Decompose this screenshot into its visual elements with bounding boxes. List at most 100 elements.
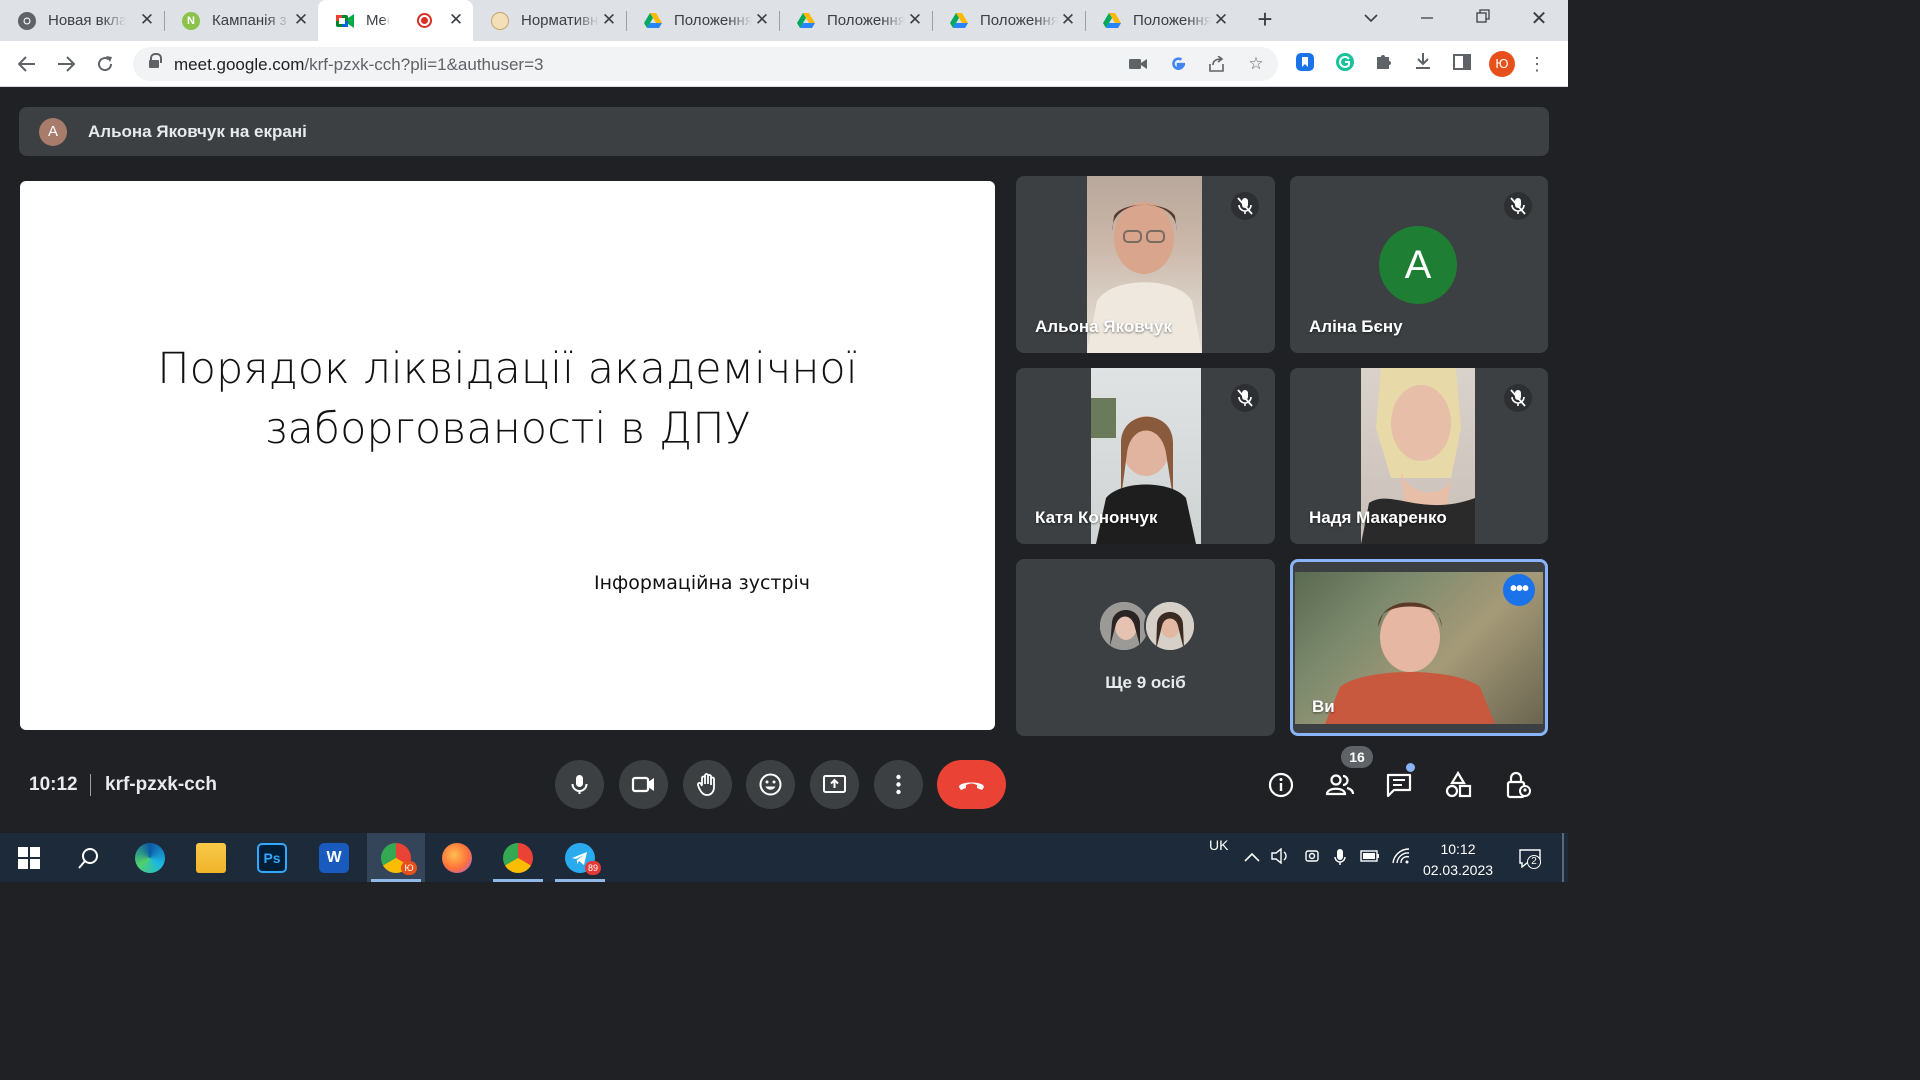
google-drive-icon: [1103, 12, 1121, 30]
participant-tile[interactable]: Катя Конончук: [1016, 368, 1275, 544]
bookmark-star-icon[interactable]: ☆: [1245, 53, 1267, 75]
tab-polozhennia-4[interactable]: Положення ✕: [1085, 0, 1238, 41]
tab-new-tab[interactable]: Новая вкладка ✕: [0, 0, 164, 41]
side-panel-icon[interactable]: [1450, 52, 1474, 76]
meeting-details-button[interactable]: [1266, 770, 1296, 800]
search-icon: [78, 848, 98, 869]
taskbar-photoshop[interactable]: Ps: [243, 833, 301, 882]
others-tile[interactable]: Ще 9 осіб: [1016, 559, 1275, 736]
taskbar-edge[interactable]: [121, 833, 179, 882]
people-button[interactable]: [1325, 770, 1355, 800]
minimize-button[interactable]: [1404, 4, 1450, 34]
more-options-button[interactable]: •••: [1503, 574, 1535, 606]
taskbar-chrome-active[interactable]: Ю: [367, 833, 425, 882]
taskbar-telegram[interactable]: 89: [551, 833, 609, 882]
google-translate-icon[interactable]: [1167, 53, 1189, 75]
slide-subtitle: Інформаційна зустріч: [594, 572, 811, 594]
meeting-code: krf-pzxk-cch: [105, 774, 217, 795]
close-tab-icon[interactable]: ✕: [1059, 11, 1077, 29]
system-clock[interactable]: 10:12 02.03.2023: [1422, 839, 1494, 888]
present-screen-button[interactable]: [810, 760, 859, 809]
taskbar-chrome-profile[interactable]: [489, 833, 547, 882]
shapes-icon: [1445, 770, 1472, 798]
restore-button[interactable]: [1460, 4, 1506, 34]
share-icon[interactable]: [1206, 53, 1228, 75]
battery-icon[interactable]: [1360, 848, 1380, 868]
hand-icon: [697, 773, 715, 796]
url-host: meet.google.com: [174, 55, 305, 74]
camera-in-use-icon[interactable]: [1127, 53, 1149, 75]
taskbar-file-explorer[interactable]: [182, 833, 240, 882]
close-tab-icon[interactable]: ✕: [292, 11, 310, 29]
reactions-button[interactable]: [746, 760, 795, 809]
raise-hand-button[interactable]: [683, 760, 732, 809]
leave-call-button[interactable]: [937, 760, 1006, 809]
address-bar[interactable]: meet.google.com/krf-pzxk-cch?pli=1&authu…: [133, 47, 1278, 81]
grammarly-icon[interactable]: [1333, 52, 1357, 76]
meeting-clock: 10:12: [29, 774, 78, 795]
taskbar-word[interactable]: W: [305, 833, 363, 882]
more-options-menu-button[interactable]: [874, 760, 923, 809]
close-tab-icon[interactable]: ✕: [600, 11, 618, 29]
taskbar-firefox[interactable]: [428, 833, 486, 882]
chat-icon: [1386, 773, 1412, 798]
close-window-button[interactable]: ✕: [1516, 4, 1562, 34]
mic-off-icon: [1504, 192, 1532, 220]
participants-count-badge: 16: [1341, 746, 1373, 768]
extensions-puzzle-icon[interactable]: [1372, 52, 1396, 76]
new-tab-button[interactable]: +: [1252, 6, 1278, 33]
back-button[interactable]: [13, 50, 41, 78]
host-controls-button[interactable]: [1503, 770, 1533, 800]
browser-tab-strip: Новая вкладка ✕ N Кампанія з ✕ Meet: ✕ Н…: [0, 0, 1568, 41]
chat-button[interactable]: [1384, 770, 1414, 800]
participant-tile[interactable]: A Аліна Бєну: [1290, 176, 1548, 353]
shared-screen-slide: Порядок ліквідації академічної заборгова…: [20, 181, 995, 730]
show-hidden-icons-chevron-icon[interactable]: [1242, 848, 1262, 868]
tab-polozhennia-1[interactable]: Положення ✕: [626, 0, 779, 41]
reload-button[interactable]: [91, 50, 119, 78]
close-tab-icon[interactable]: ✕: [1212, 11, 1230, 29]
start-button[interactable]: [0, 833, 58, 882]
close-tab-icon[interactable]: ✕: [447, 11, 465, 29]
presenter-avatar: А: [39, 118, 67, 146]
close-tab-icon[interactable]: ✕: [906, 11, 924, 29]
bookmark-extension-icon[interactable]: [1293, 52, 1317, 76]
tab-google-meet[interactable]: Meet: ✕: [318, 0, 473, 41]
forward-button[interactable]: [52, 50, 80, 78]
tab-polozhennia-2[interactable]: Положення ✕: [779, 0, 932, 41]
self-view-tile[interactable]: ••• Ви: [1290, 559, 1548, 736]
close-tab-icon[interactable]: ✕: [138, 11, 156, 29]
camera-button[interactable]: [619, 760, 668, 809]
tab-campaign[interactable]: N Кампанія з ✕: [164, 0, 318, 41]
running-indicator: [493, 879, 543, 882]
lock-icon: [149, 53, 162, 69]
microphone-button[interactable]: [555, 760, 604, 809]
camera-tray-icon[interactable]: [1302, 848, 1322, 868]
participant-name: Альона Яковчук: [1035, 317, 1172, 336]
volume-icon[interactable]: [1270, 847, 1290, 868]
input-language[interactable]: UK: [1209, 837, 1228, 886]
chrome-menu-icon[interactable]: ⋮: [1525, 52, 1549, 76]
activities-button[interactable]: [1443, 770, 1473, 800]
telegram-unread-badge: 89: [585, 861, 601, 875]
tab-normative[interactable]: Нормативна ✕: [473, 0, 626, 41]
microphone-tray-icon[interactable]: [1330, 848, 1350, 868]
recording-indicator-icon: [417, 13, 432, 28]
people-icon: [1325, 774, 1355, 796]
tab-search-icon[interactable]: [1348, 4, 1394, 34]
show-desktop-button[interactable]: [1562, 833, 1564, 882]
wifi-icon[interactable]: [1391, 848, 1411, 868]
tab-title: Положення: [827, 12, 905, 29]
running-indicator: [555, 879, 605, 882]
downloads-icon[interactable]: [1411, 52, 1435, 76]
tab-polozhennia-3[interactable]: Положення ✕: [932, 0, 1085, 41]
participant-tile[interactable]: Альона Яковчук: [1016, 176, 1275, 353]
participant-tile[interactable]: Надя Макаренко: [1290, 368, 1548, 544]
n-icon: N: [182, 11, 200, 30]
close-tab-icon[interactable]: ✕: [753, 11, 771, 29]
taskbar-search-button[interactable]: [60, 833, 118, 882]
profile-avatar[interactable]: Ю: [1489, 51, 1515, 77]
notification-center-icon[interactable]: 2: [1517, 848, 1543, 869]
notification-count: 2: [1527, 855, 1541, 869]
mic-icon: [571, 775, 588, 794]
